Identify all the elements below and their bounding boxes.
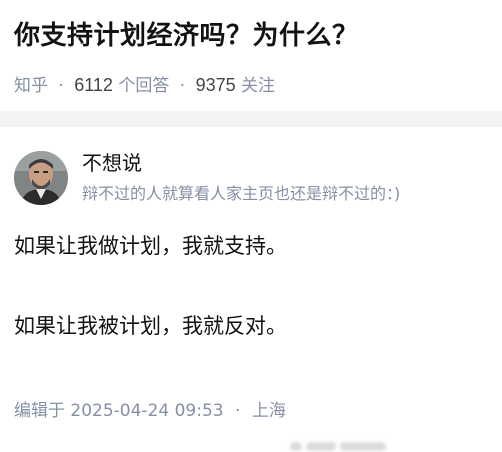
edit-info: 编辑于 2025-04-24 09:53 · 上海 [14,398,286,424]
avatar[interactable] [14,151,68,205]
meta-separator: · [58,76,64,96]
follower-count-label: 关注 [241,76,276,96]
edit-location: 上海 [251,401,286,421]
edit-time: 2025-04-24 09:53 [70,401,224,421]
answer-card: 不想说 辩不过的人就算看人家主页也还是辩不过的：) 如果让我做计划，我就支持。 … [0,127,502,452]
answer-paragraph-1: 如果让我做计划，我就支持。 [14,234,287,258]
section-divider [0,111,502,127]
edit-prefix: 编辑于 [14,401,65,421]
meta-separator: · [235,401,241,421]
author-name[interactable]: 不想说 [82,149,142,177]
question-title[interactable]: 你支持计划经济吗？为什么？ [14,18,359,54]
source-label[interactable]: 知乎 [14,76,48,96]
answer-count-label: 个回答 [118,76,170,96]
follower-count: 9375 [195,75,236,95]
watermark-blur [290,439,388,452]
meta-separator: · [179,76,186,96]
answer-count: 6112 [74,75,113,95]
question-meta: 知乎 · 6112 个回答 · 9375 关注 [14,72,275,99]
answer-paragraph-2: 如果让我被计划，我就反对。 [14,314,287,338]
question-card: 你支持计划经济吗？为什么？ 知乎 · 6112 个回答 · 9375 关注 [0,0,502,111]
author-bio: 辩不过的人就算看人家主页也还是辩不过的：) [82,184,401,203]
avatar-image [14,151,68,205]
